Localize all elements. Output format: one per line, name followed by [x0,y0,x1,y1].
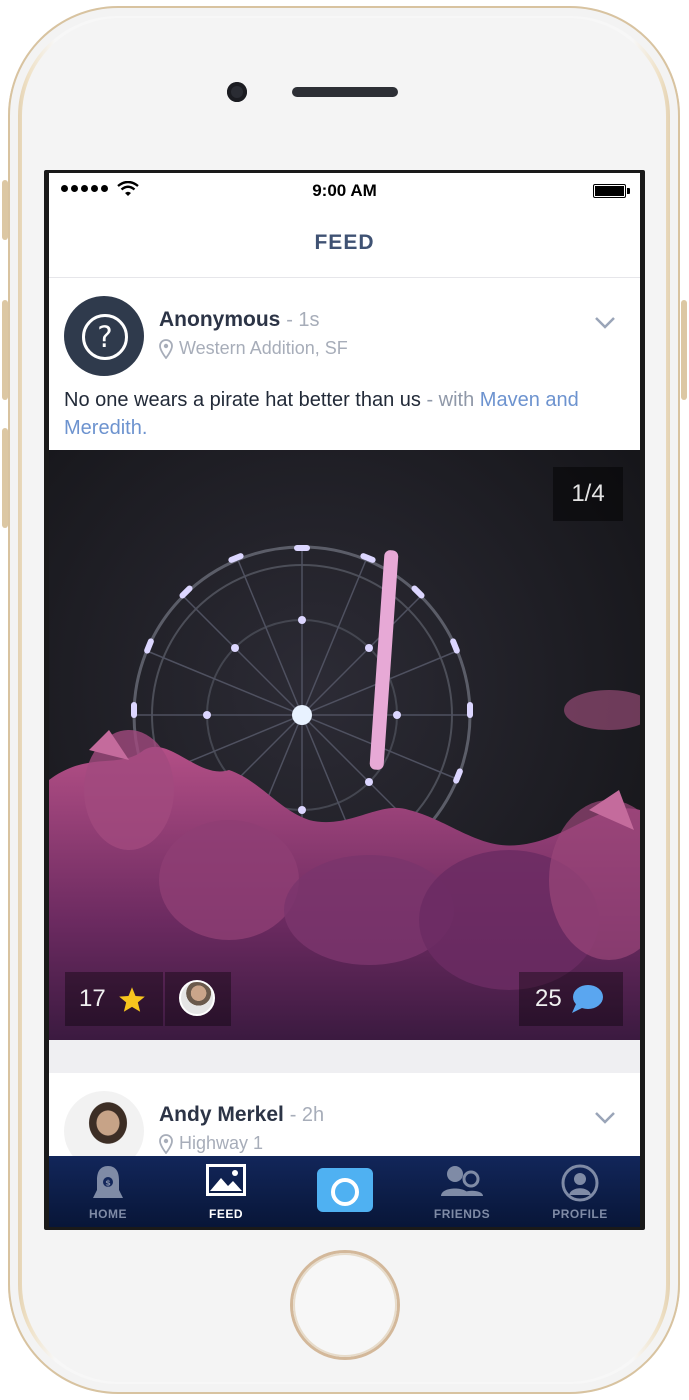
page-title: FEED [314,231,375,254]
tab-profile[interactable]: PROFILE [521,1156,639,1227]
image-icon [206,1164,246,1196]
screen: 9:00 AM FEED ? Anonymous - 1s Western Ad… [44,170,645,1230]
star-count: 17 [79,985,106,1012]
camera-icon [331,1170,359,1206]
location-pin-icon [159,338,173,359]
anonymous-avatar[interactable]: ? [64,296,144,376]
photo-counter: 1/4 [553,467,623,521]
nav-header: FEED [49,211,640,278]
caption-text: No one wears a pirate hat better than us [64,389,421,411]
author-name: Anonymous [159,308,281,331]
ferris-wheel-crowd-photo [49,450,640,1040]
tab-friends[interactable]: FRIENDS [403,1156,521,1227]
star-icon [118,986,145,1012]
post-author[interactable]: Andy Merkel - 2h [159,1103,324,1127]
post-time: - 1s [286,309,320,331]
post-location[interactable]: Western Addition, SF [159,338,348,359]
chevron-down-icon[interactable] [594,1111,616,1125]
location-pin-icon [159,1133,173,1154]
caption-with: - with [420,389,475,411]
question-mark-icon: ? [82,314,128,360]
post-photo[interactable]: 1/4 17 25 [49,450,640,1040]
tab-label: PROFILE [552,1207,608,1221]
comment-count: 25 [535,985,562,1012]
starred-by-avatar-box[interactable] [165,972,231,1026]
tab-label: HOME [89,1207,127,1221]
author-name: Andy Merkel [159,1103,284,1126]
profile-icon [561,1164,599,1202]
power-button [681,300,687,400]
earpiece-speaker [292,87,398,97]
tab-bar: $ HOME FEED FRIENDS PROFILE [49,1156,640,1227]
post-time: - 2h [289,1104,325,1126]
tab-label: FRIENDS [433,1207,491,1221]
post-author[interactable]: Anonymous - 1s [159,308,320,332]
star-count-button[interactable]: 17 [65,972,163,1026]
tab-feed[interactable]: FEED [167,1156,285,1227]
home-button[interactable] [293,1253,397,1357]
friends-icon [441,1166,483,1196]
tab-camera[interactable] [285,1156,403,1227]
status-time: 9:00 AM [312,181,377,200]
home-ghost-icon: $ [93,1166,123,1198]
location-label: Western Addition, SF [179,338,348,358]
volume-down-button [2,428,8,528]
post-location[interactable]: Highway 1 [159,1133,263,1154]
front-camera [227,82,247,102]
comments-button[interactable]: 25 [519,972,623,1026]
starred-by-avatar [179,980,215,1016]
comment-bubble-icon [571,985,603,1013]
post-card: ? Anonymous - 1s Western Addition, SF No… [49,278,640,450]
feed-divider [49,1040,640,1073]
post-caption: No one wears a pirate hat better than us… [64,386,624,442]
location-label: Highway 1 [179,1133,264,1153]
tab-home[interactable]: $ HOME [49,1156,167,1227]
mute-switch [2,180,8,240]
svg-text:$: $ [105,1179,111,1188]
camera-button[interactable] [317,1168,373,1212]
chevron-down-icon[interactable] [594,316,616,330]
battery-icon [593,184,630,198]
volume-up-button [2,300,8,400]
status-bar: 9:00 AM [49,173,640,211]
tab-label: FEED [208,1207,243,1221]
app-screen: 9:00 AM FEED ? Anonymous - 1s Western Ad… [49,173,640,1227]
